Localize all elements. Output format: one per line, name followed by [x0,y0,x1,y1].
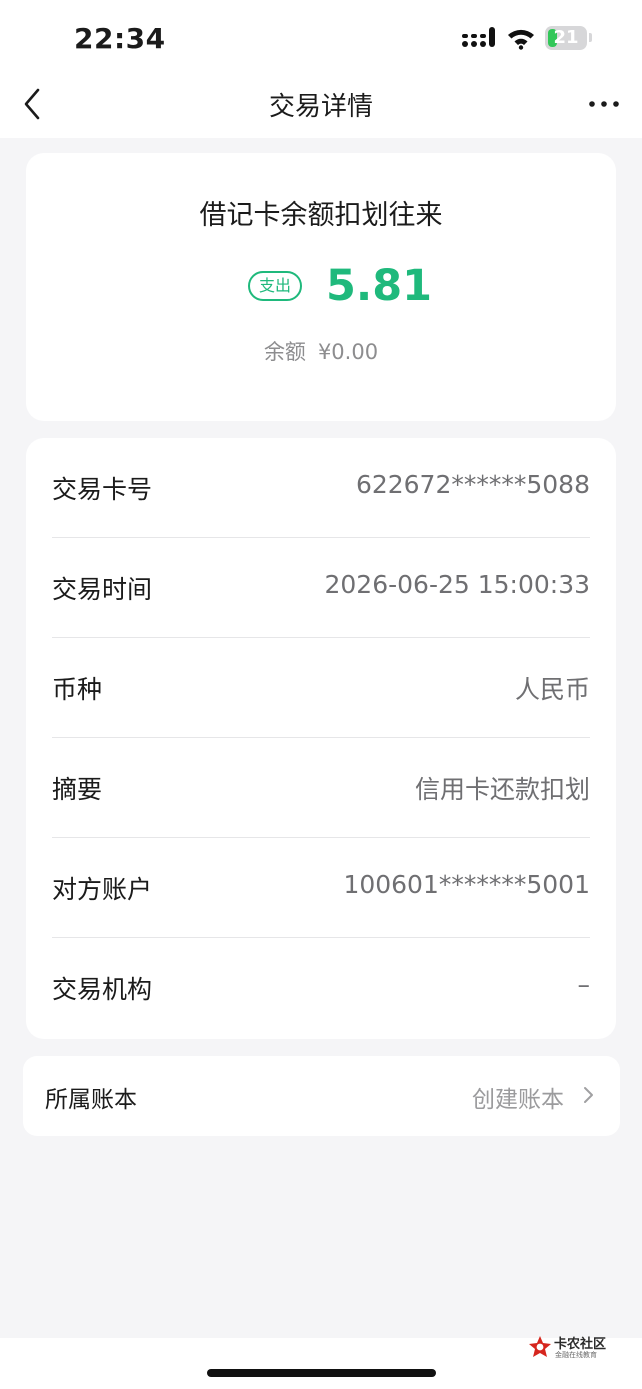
detail-value: 622672******5088 [355,470,590,499]
transaction-amount: 5.81 [326,261,433,311]
detail-row-counterparty-account: 对方账户 100601*******5001 [52,838,590,938]
detail-row-institution: 交易机构 – [52,938,590,1038]
amount-row: 支出 5.81 [26,257,616,317]
detail-label: 交易机构 [52,975,153,1004]
detail-value: 2026-06-25 15:00:33 [324,570,590,599]
balance-label: 余额 [263,340,306,364]
detail-label: 交易卡号 [52,475,153,504]
status-bar: 22:34 21 [0,0,642,76]
detail-value: – [577,970,591,999]
detail-value: 100601*******5001 [343,870,590,899]
transaction-type-title: 借记卡余额扣划往来 [199,200,443,231]
watermark-logo-icon [529,1336,551,1357]
cellular-signal-icon [462,27,495,47]
wifi-icon [508,29,534,50]
more-horizontal-icon[interactable] [586,90,622,118]
watermark-subtitle: 金融在线教育 [555,1351,597,1359]
detail-label: 交易时间 [52,575,153,604]
detail-row-transaction-time: 交易时间 2026-06-25 15:00:33 [52,538,590,638]
detail-row-summary: 摘要 信用卡还款扣划 [52,738,590,838]
detail-label: 摘要 [52,775,103,804]
direction-badge: 支出 [248,271,302,301]
watermark: 卡农社区 金融在线教育 [528,1333,612,1363]
navigation-bar: 交易详情 [0,76,642,138]
create-ledger-button[interactable]: 创建账本 [472,1080,564,1114]
battery-tip [589,33,592,42]
balance-row: 余额 ¥0.00 [26,336,616,366]
page-title: 交易详情 [268,92,373,122]
detail-row-card-number: 交易卡号 622672******5088 [52,438,590,538]
ledger-row[interactable]: 所属账本 创建账本 [23,1056,620,1136]
detail-value: 人民币 [514,675,590,704]
detail-value: 信用卡还款扣划 [414,775,590,804]
transaction-details-card: 交易卡号 622672******5088 交易时间 2026-06-25 15… [26,438,616,1039]
detail-row-currency: 币种 人民币 [52,638,590,738]
chevron-right-icon [584,1087,593,1103]
battery-level-text: 21 [553,27,579,48]
status-time: 22:34 [74,22,166,55]
detail-label: 对方账户 [52,875,153,904]
home-indicator[interactable] [207,1369,436,1377]
ledger-label: 所属账本 [45,1087,137,1113]
balance-value: ¥0.00 [317,340,379,364]
detail-label: 币种 [52,675,103,704]
battery-icon: 21 [545,26,587,50]
transaction-summary-card: 借记卡余额扣划往来 支出 5.81 余额 ¥0.00 [26,153,616,421]
